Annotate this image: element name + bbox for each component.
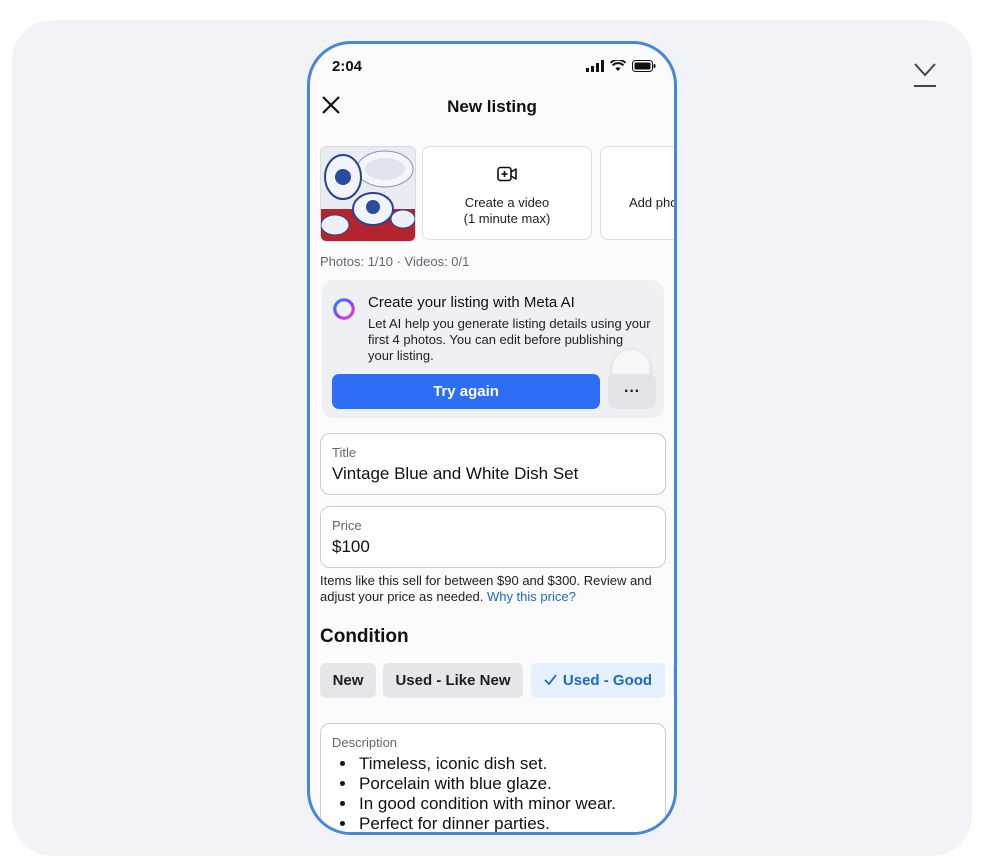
status-icons xyxy=(586,60,656,72)
checkmark-icon xyxy=(544,674,557,686)
meta-ai-description: Let AI help you generate listing details… xyxy=(368,316,651,363)
why-this-price-link[interactable]: Why this price? xyxy=(487,589,576,604)
page-title: New listing xyxy=(447,97,537,116)
condition-options: New Used - Like New Used - Good xyxy=(320,663,674,699)
price-input[interactable]: $100 xyxy=(332,537,370,557)
more-options-button[interactable]: ··· xyxy=(608,374,656,409)
wifi-icon xyxy=(610,60,626,71)
condition-heading: Condition xyxy=(320,626,409,647)
phone-frame: 2:04 New listing Create a video (1 minut… xyxy=(307,41,677,835)
description-item: In good condition with minor wear. xyxy=(357,794,616,814)
description-field-label: Description xyxy=(332,735,398,750)
media-count: Photos: 1/10 · Videos: 0/1 xyxy=(320,254,470,269)
price-field[interactable]: Price $100 xyxy=(320,506,666,568)
try-again-button[interactable]: Try again xyxy=(332,374,600,409)
signal-icon xyxy=(586,60,604,72)
meta-ai-card: Create your listing with Meta AI Let AI … xyxy=(322,280,664,418)
description-field[interactable]: Description Timeless, iconic dish set. P… xyxy=(320,723,666,832)
download-icon[interactable] xyxy=(912,60,938,90)
meta-ai-title: Create your listing with Meta AI xyxy=(368,294,575,311)
condition-chip-used-good-label: Used - Good xyxy=(562,672,653,689)
add-photos-tile[interactable]: Add photos xyxy=(600,146,677,240)
description-item: Timeless, iconic dish set. xyxy=(357,754,616,774)
add-photos-label: Add photos xyxy=(629,195,677,210)
price-hint: Items like this sell for between $90 and… xyxy=(320,573,672,605)
condition-chip-used-good[interactable]: Used - Good xyxy=(531,663,665,698)
dish-set-photo xyxy=(321,147,415,241)
condition-chip-used-like-new[interactable]: Used - Like New xyxy=(383,663,523,698)
listing-photo-thumbnail[interactable] xyxy=(320,146,416,242)
description-list[interactable]: Timeless, iconic dish set. Porcelain wit… xyxy=(337,754,616,832)
header: New listing xyxy=(310,88,674,128)
battery-icon xyxy=(632,60,656,72)
title-input[interactable]: Vintage Blue and White Dish Set xyxy=(332,464,578,484)
description-item: Porcelain with blue glaze. xyxy=(357,774,616,794)
title-field[interactable]: Title Vintage Blue and White Dish Set xyxy=(320,433,666,495)
media-row: Create a video (1 minute max) Add photos xyxy=(320,146,677,242)
meta-ai-ring-icon xyxy=(333,298,355,320)
price-hint-text: Items like this sell for between $90 and… xyxy=(320,573,652,604)
status-time: 2:04 xyxy=(332,58,363,75)
create-video-tile[interactable]: Create a video (1 minute max) xyxy=(422,146,592,240)
description-item: Perfect for dinner parties. xyxy=(357,814,616,832)
status-bar: 2:04 xyxy=(310,44,674,84)
price-field-label: Price xyxy=(332,518,362,533)
create-video-label: Create a video (1 minute max) xyxy=(463,195,551,226)
title-field-label: Title xyxy=(332,445,357,460)
condition-chip-new[interactable]: New xyxy=(320,663,376,698)
condition-chip-more[interactable] xyxy=(673,663,674,698)
video-add-icon xyxy=(497,166,517,182)
